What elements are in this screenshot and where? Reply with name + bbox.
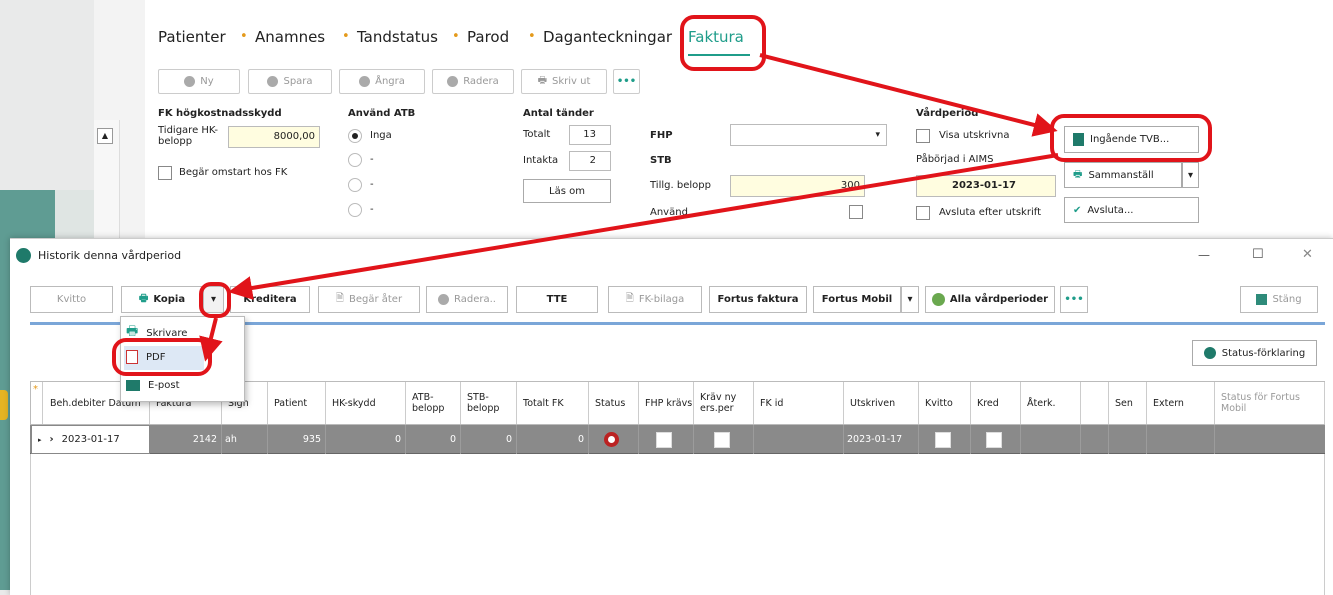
annotation-arrow xyxy=(228,153,1059,300)
annotation-arrow xyxy=(199,317,223,362)
annotation-arrows xyxy=(199,53,1059,362)
annotation-arrow xyxy=(759,53,1058,137)
